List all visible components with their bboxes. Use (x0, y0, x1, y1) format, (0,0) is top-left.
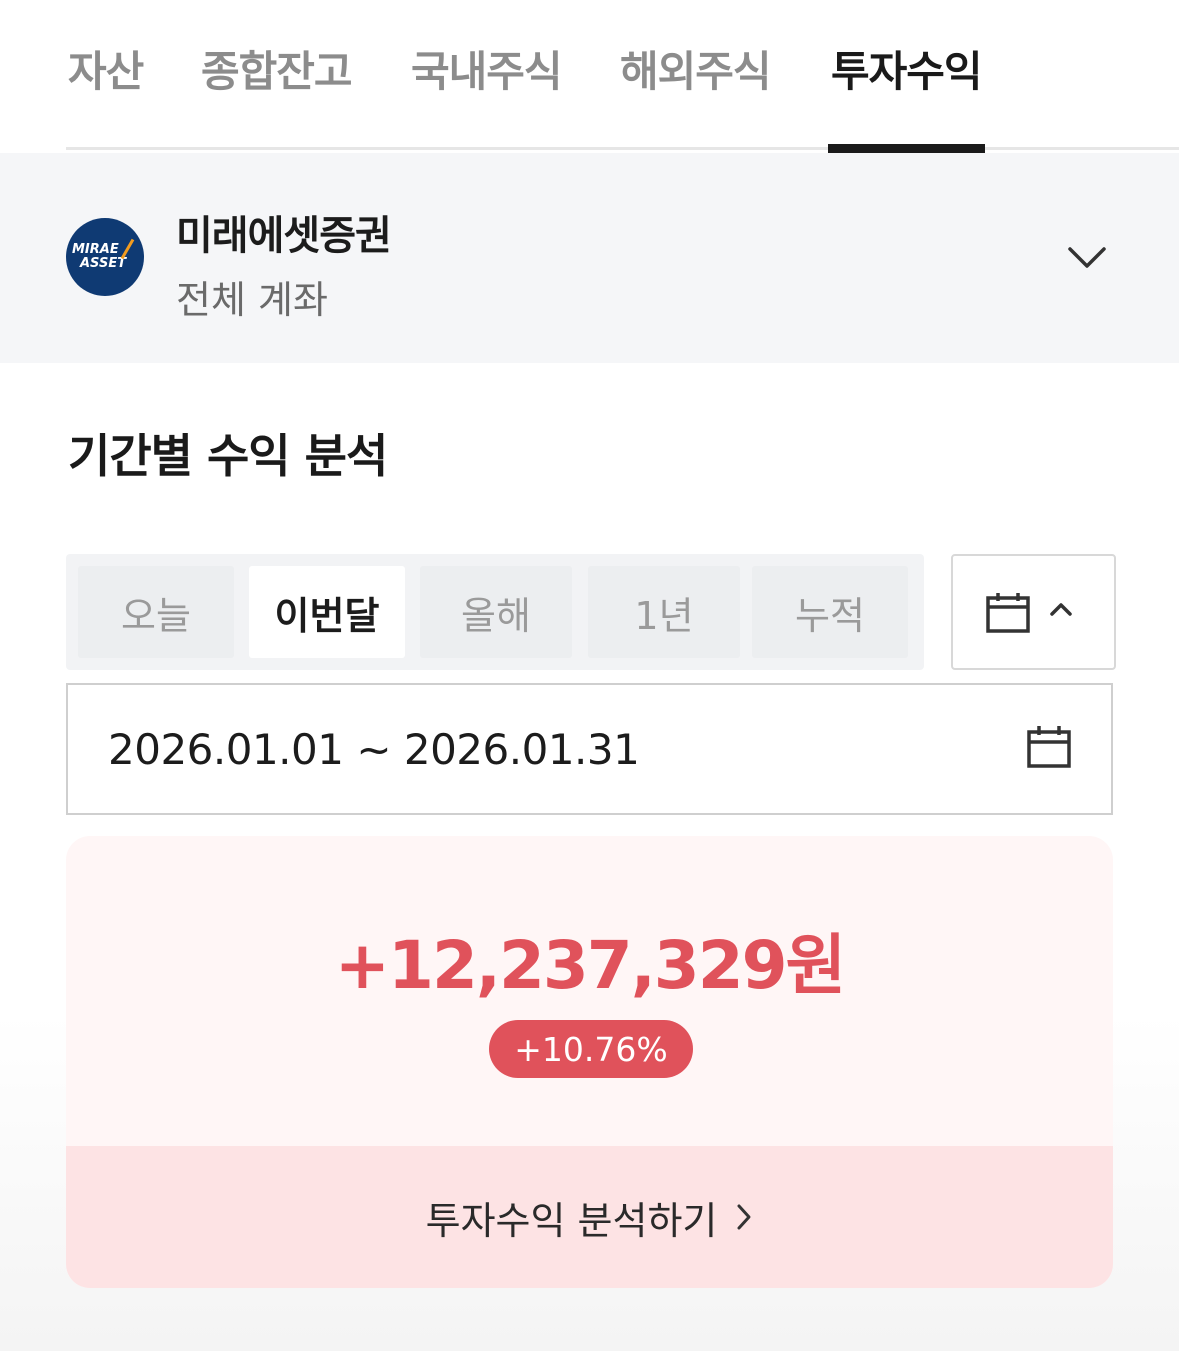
period-selector: 오늘 이번달 올해 1년 누적 (66, 554, 924, 670)
analyze-return-link[interactable]: 투자수익 분석하기 (66, 1146, 1113, 1288)
period-one-year-button[interactable]: 1년 (588, 566, 740, 658)
analyze-return-label: 투자수익 분석하기 (425, 1198, 718, 1243)
date-range-value: 2026.01.01 ~ 2026.01.31 (108, 725, 640, 774)
chevron-up-icon (1050, 603, 1072, 616)
investment-return-screen: 자산 종합잔고 국내주식 해외주식 투자수익 MIRAE ASSET 미래에셋증… (0, 0, 1179, 1351)
mirae-asset-logo: MIRAE ASSET (66, 218, 144, 296)
tab-total-balance[interactable]: 종합잔고 (201, 38, 353, 150)
calendar-icon[interactable] (1026, 725, 1072, 769)
period-this-year-button[interactable]: 올해 (420, 566, 572, 658)
account-selector[interactable]: MIRAE ASSET 미래에셋증권 전체 계좌 (0, 153, 1179, 363)
tab-domestic-stocks[interactable]: 국내주식 (411, 38, 563, 150)
tab-assets[interactable]: 자산 (68, 38, 144, 150)
calendar-toggle-button[interactable] (951, 554, 1116, 670)
profit-amount: +12,237,329원 (334, 927, 847, 1004)
period-this-month-button[interactable]: 이번달 (249, 566, 405, 658)
period-today-button[interactable]: 오늘 (78, 566, 234, 658)
calendar-icon (986, 593, 1030, 633)
account-type: 전체 계좌 (176, 278, 328, 322)
tab-overseas-stocks[interactable]: 해외주식 (620, 38, 772, 150)
logo-accent (120, 238, 135, 260)
chevron-right-icon (737, 1204, 751, 1230)
date-range-field[interactable]: 2026.01.01 ~ 2026.01.31 (66, 683, 1113, 815)
top-tab-bar: 자산 종합잔고 국내주식 해외주식 투자수익 (66, 0, 1179, 153)
chevron-down-icon[interactable] (1064, 239, 1110, 275)
profit-summary-card: +12,237,329원 +10.76% 투자수익 분석하기 (66, 836, 1113, 1288)
logo-text-line2: ASSET (80, 256, 127, 271)
broker-name: 미래에셋증권 (176, 213, 392, 259)
period-cumulative-button[interactable]: 누적 (752, 566, 908, 658)
profit-rate-badge: +10.76% (489, 1020, 693, 1078)
tab-investment-return[interactable]: 투자수익 (828, 38, 985, 153)
section-title: 기간별 수익 분석 (68, 429, 388, 483)
logo-text-line1: MIRAE (72, 242, 119, 257)
